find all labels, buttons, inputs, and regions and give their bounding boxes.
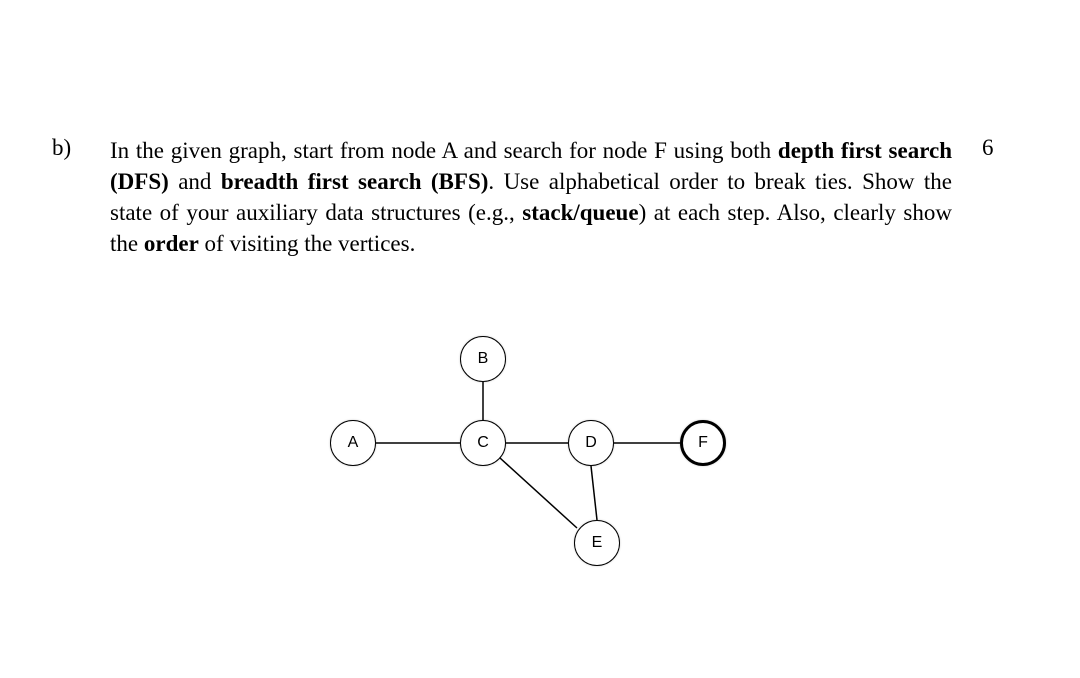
node-d: D: [568, 420, 614, 466]
node-c: C: [460, 420, 506, 466]
node-a: A: [330, 420, 376, 466]
text-bold: stack/queue: [522, 200, 638, 225]
text-bold: order: [144, 231, 199, 256]
edge-d-e: [591, 466, 597, 520]
text-part: In the given graph, start from node A an…: [110, 138, 778, 163]
node-f: F: [680, 420, 726, 466]
edge-c-e: [500, 458, 577, 528]
graph-figure: A B C D E F: [320, 328, 780, 578]
text-part: and: [169, 169, 221, 194]
node-b: B: [460, 336, 506, 382]
question-label: b): [52, 135, 71, 161]
text-bold: breadth first search (BFS): [221, 169, 489, 194]
text-part: of visiting the vertices.: [199, 231, 416, 256]
node-e: E: [574, 520, 620, 566]
question-points: 6: [982, 135, 994, 161]
question-text: In the given graph, start from node A an…: [110, 135, 952, 259]
